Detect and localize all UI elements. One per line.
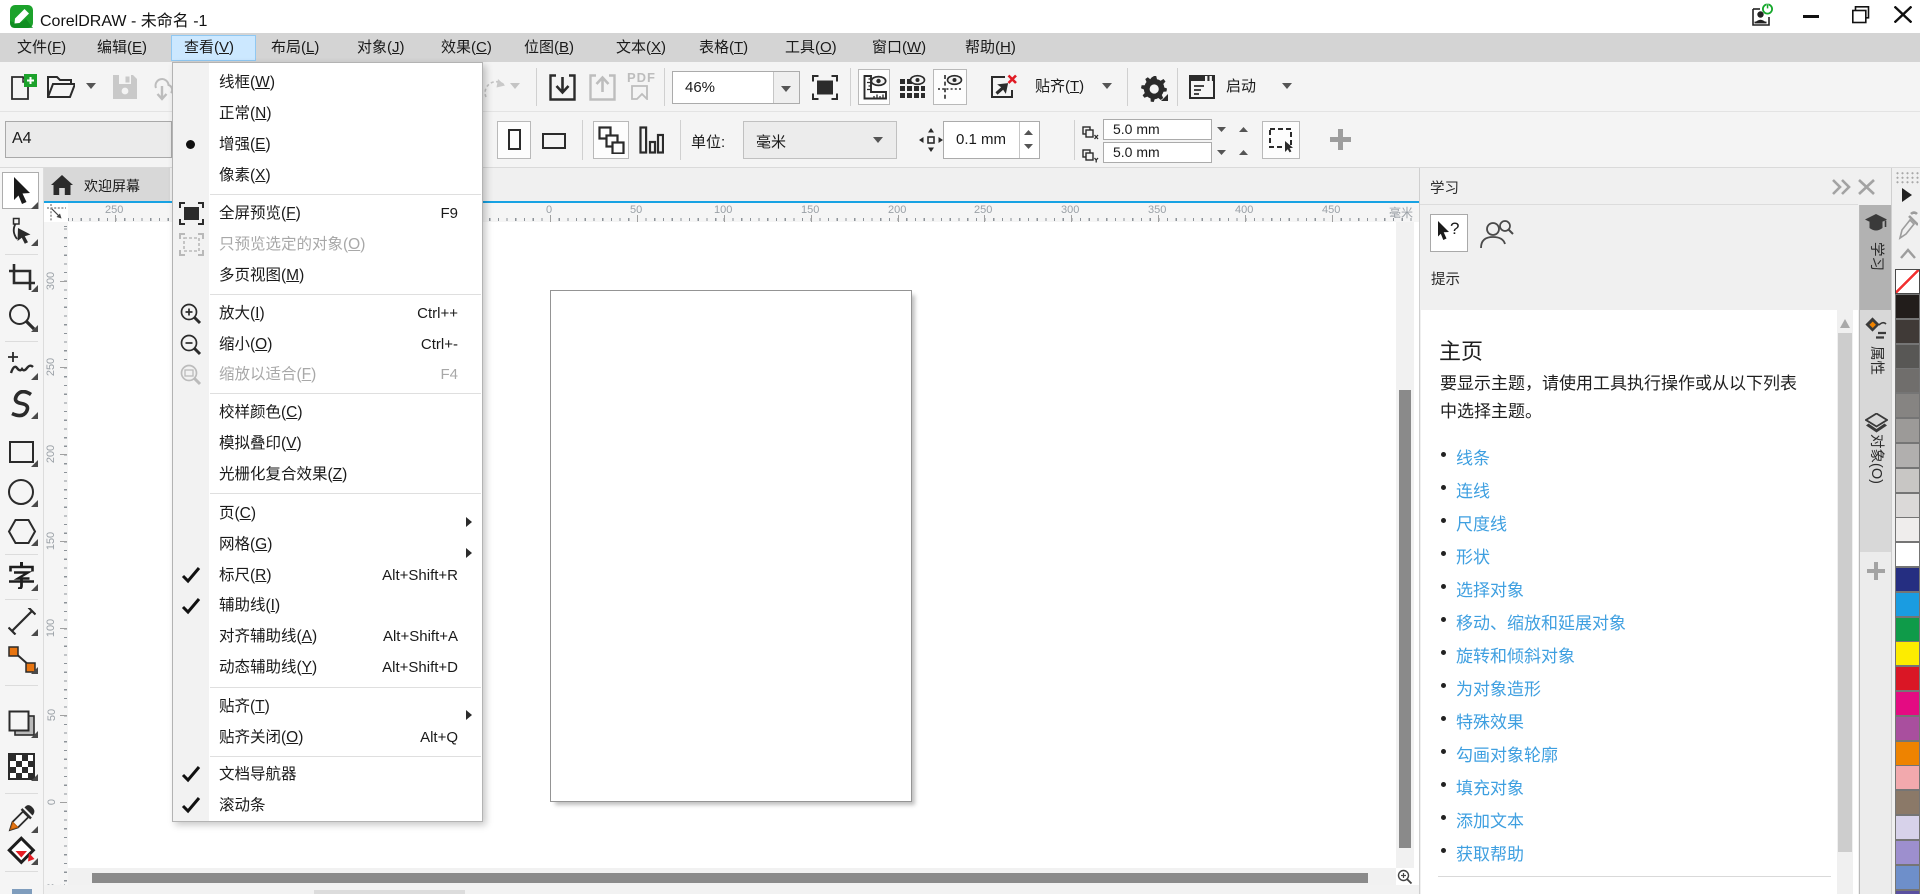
svg-text:?: ?	[1450, 220, 1459, 238]
